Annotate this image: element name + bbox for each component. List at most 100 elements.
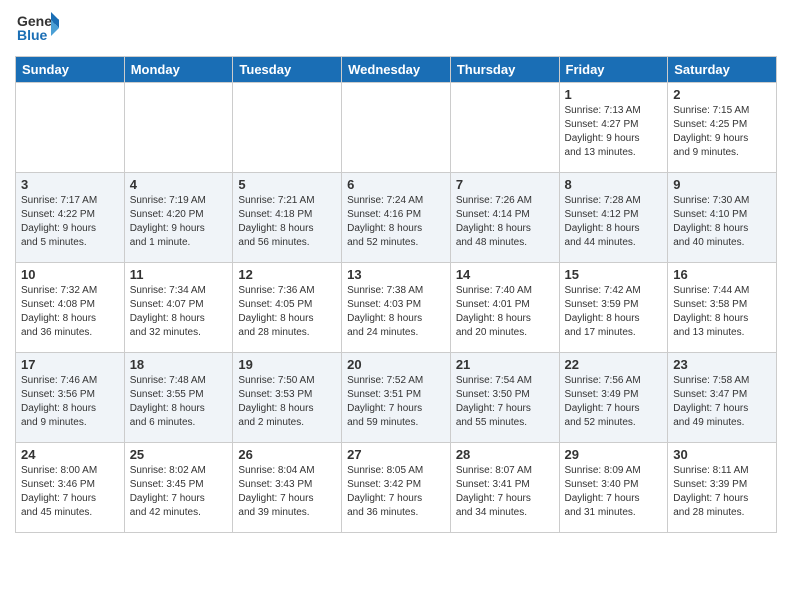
day-info: Sunrise: 7:34 AM Sunset: 4:07 PM Dayligh…	[130, 284, 228, 340]
day-number: 26	[238, 447, 336, 462]
day-cell-23: 23Sunrise: 7:58 AM Sunset: 3:47 PM Dayli…	[668, 353, 777, 443]
weekday-header-row: SundayMondayTuesdayWednesdayThursdayFrid…	[16, 57, 777, 83]
day-cell-8: 8 Sunrise: 7:28 AM Sunset: 4:12 PM Daylig…	[559, 173, 668, 263]
empty-cell	[16, 83, 125, 173]
weekday-header-saturday: Saturday	[668, 57, 777, 83]
day-info: Sunrise: 8:11 AM Sunset: 3:39 PM Dayligh…	[673, 464, 771, 520]
week-row-5: 24 Sunrise: 8:00 AM Sunset: 3:46 PM Dayli…	[16, 443, 777, 533]
day-info: Sunrise: 8:05 AM Sunset: 3:42 PM Dayligh…	[347, 464, 445, 520]
day-info: Sunrise: 7:21 AM Sunset: 4:18 PM Dayligh…	[238, 194, 336, 250]
day-info: Sunrise: 7:38 AM Sunset: 4:03 PM Dayligh…	[347, 284, 445, 340]
weekday-header-tuesday: Tuesday	[233, 57, 342, 83]
day-number: 22	[565, 357, 663, 372]
day-number: 4	[130, 177, 228, 192]
day-number: 13	[347, 267, 445, 282]
day-cell-21: 21 Sunrise: 7:54 AM Sunset: 3:50 PM Dayli…	[450, 353, 559, 443]
day-number: 3	[21, 177, 119, 192]
day-cell-17: 17 Sunrise: 7:46 AM Sunset: 3:56 PM Dayli…	[16, 353, 125, 443]
day-number: 17	[21, 357, 119, 372]
day-cell-13: 13 Sunrise: 7:38 AM Sunset: 4:03 PM Dayli…	[342, 263, 451, 353]
day-number: 24	[21, 447, 119, 462]
day-cell-4: 4 Sunrise: 7:19 AM Sunset: 4:20 PM Daylig…	[124, 173, 233, 263]
logo-icon: General Blue	[15, 10, 59, 48]
day-info: Sunrise: 7:50 AM Sunset: 3:53 PM Dayligh…	[238, 374, 336, 430]
day-number: 23	[673, 357, 771, 372]
day-info: Sunrise: 7:17 AM Sunset: 4:22 PM Dayligh…	[21, 194, 119, 250]
day-cell-7: 7 Sunrise: 7:26 AM Sunset: 4:14 PM Daylig…	[450, 173, 559, 263]
weekday-header-sunday: Sunday	[16, 57, 125, 83]
day-info: Sunrise: 7:19 AM Sunset: 4:20 PM Dayligh…	[130, 194, 228, 250]
day-info: Sunrise: 7:13 AM Sunset: 4:27 PM Dayligh…	[565, 104, 663, 160]
day-info: Sunrise: 7:24 AM Sunset: 4:16 PM Dayligh…	[347, 194, 445, 250]
day-number: 8	[565, 177, 663, 192]
page: General Blue SundayMondayTuesdayWednesda…	[0, 0, 792, 612]
weekday-header-monday: Monday	[124, 57, 233, 83]
day-cell-29: 29 Sunrise: 8:09 AM Sunset: 3:40 PM Dayli…	[559, 443, 668, 533]
day-cell-1: 1 Sunrise: 7:13 AM Sunset: 4:27 PM Daylig…	[559, 83, 668, 173]
day-number: 12	[238, 267, 336, 282]
day-cell-12: 12Sunrise: 7:36 AM Sunset: 4:05 PM Dayli…	[233, 263, 342, 353]
day-cell-25: 25 Sunrise: 8:02 AM Sunset: 3:45 PM Dayli…	[124, 443, 233, 533]
day-number: 7	[456, 177, 554, 192]
day-number: 30	[673, 447, 771, 462]
day-number: 16	[673, 267, 771, 282]
day-info: Sunrise: 7:48 AM Sunset: 3:55 PM Dayligh…	[130, 374, 228, 430]
empty-cell	[342, 83, 451, 173]
day-number: 6	[347, 177, 445, 192]
week-row-2: 3 Sunrise: 7:17 AM Sunset: 4:22 PM Daylig…	[16, 173, 777, 263]
day-info: Sunrise: 7:32 AM Sunset: 4:08 PM Dayligh…	[21, 284, 119, 340]
day-info: Sunrise: 8:09 AM Sunset: 3:40 PM Dayligh…	[565, 464, 663, 520]
day-info: Sunrise: 7:54 AM Sunset: 3:50 PM Dayligh…	[456, 374, 554, 430]
weekday-header-thursday: Thursday	[450, 57, 559, 83]
day-info: Sunrise: 7:28 AM Sunset: 4:12 PM Dayligh…	[565, 194, 663, 250]
day-info: Sunrise: 7:26 AM Sunset: 4:14 PM Dayligh…	[456, 194, 554, 250]
week-row-3: 10 Sunrise: 7:32 AM Sunset: 4:08 PM Dayli…	[16, 263, 777, 353]
day-cell-2: 2Sunrise: 7:15 AM Sunset: 4:25 PM Daylig…	[668, 83, 777, 173]
day-number: 29	[565, 447, 663, 462]
day-number: 27	[347, 447, 445, 462]
day-number: 19	[238, 357, 336, 372]
header: General Blue	[15, 10, 777, 48]
day-cell-3: 3 Sunrise: 7:17 AM Sunset: 4:22 PM Daylig…	[16, 173, 125, 263]
day-info: Sunrise: 7:30 AM Sunset: 4:10 PM Dayligh…	[673, 194, 771, 250]
svg-text:Blue: Blue	[17, 27, 48, 43]
empty-cell	[233, 83, 342, 173]
day-info: Sunrise: 8:00 AM Sunset: 3:46 PM Dayligh…	[21, 464, 119, 520]
day-cell-15: 15Sunrise: 7:42 AM Sunset: 3:59 PM Dayli…	[559, 263, 668, 353]
day-cell-14: 14 Sunrise: 7:40 AM Sunset: 4:01 PM Dayli…	[450, 263, 559, 353]
day-info: Sunrise: 8:04 AM Sunset: 3:43 PM Dayligh…	[238, 464, 336, 520]
empty-cell	[450, 83, 559, 173]
day-number: 14	[456, 267, 554, 282]
day-number: 18	[130, 357, 228, 372]
day-info: Sunrise: 7:40 AM Sunset: 4:01 PM Dayligh…	[456, 284, 554, 340]
day-info: Sunrise: 7:44 AM Sunset: 3:58 PM Dayligh…	[673, 284, 771, 340]
weekday-header-friday: Friday	[559, 57, 668, 83]
day-number: 28	[456, 447, 554, 462]
day-cell-28: 28Sunrise: 8:07 AM Sunset: 3:41 PM Dayli…	[450, 443, 559, 533]
day-cell-26: 26 Sunrise: 8:04 AM Sunset: 3:43 PM Dayli…	[233, 443, 342, 533]
day-cell-18: 18 Sunrise: 7:48 AM Sunset: 3:55 PM Dayli…	[124, 353, 233, 443]
empty-cell	[124, 83, 233, 173]
day-number: 11	[130, 267, 228, 282]
day-number: 2	[673, 87, 771, 102]
day-number: 21	[456, 357, 554, 372]
day-number: 15	[565, 267, 663, 282]
day-number: 20	[347, 357, 445, 372]
day-info: Sunrise: 7:46 AM Sunset: 3:56 PM Dayligh…	[21, 374, 119, 430]
calendar: SundayMondayTuesdayWednesdayThursdayFrid…	[15, 56, 777, 533]
day-cell-30: 30 Sunrise: 8:11 AM Sunset: 3:39 PM Dayli…	[668, 443, 777, 533]
day-cell-27: 27 Sunrise: 8:05 AM Sunset: 3:42 PM Dayli…	[342, 443, 451, 533]
day-cell-22: 22Sunrise: 7:56 AM Sunset: 3:49 PM Dayli…	[559, 353, 668, 443]
week-row-4: 17 Sunrise: 7:46 AM Sunset: 3:56 PM Dayli…	[16, 353, 777, 443]
day-number: 9	[673, 177, 771, 192]
day-cell-20: 20Sunrise: 7:52 AM Sunset: 3:51 PM Dayli…	[342, 353, 451, 443]
day-number: 25	[130, 447, 228, 462]
day-cell-19: 19 Sunrise: 7:50 AM Sunset: 3:53 PM Dayli…	[233, 353, 342, 443]
day-cell-9: 9 Sunrise: 7:30 AM Sunset: 4:10 PM Daylig…	[668, 173, 777, 263]
day-number: 10	[21, 267, 119, 282]
day-cell-6: 6 Sunrise: 7:24 AM Sunset: 4:16 PM Daylig…	[342, 173, 451, 263]
day-info: Sunrise: 8:02 AM Sunset: 3:45 PM Dayligh…	[130, 464, 228, 520]
day-number: 1	[565, 87, 663, 102]
day-cell-5: 5Sunrise: 7:21 AM Sunset: 4:18 PM Daylig…	[233, 173, 342, 263]
day-cell-10: 10 Sunrise: 7:32 AM Sunset: 4:08 PM Dayli…	[16, 263, 125, 353]
